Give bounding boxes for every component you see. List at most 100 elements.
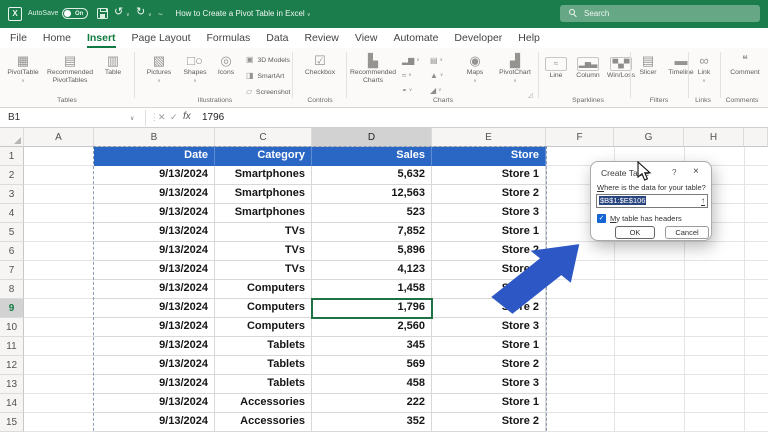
slicer-button[interactable]: ▤ Slicer (634, 53, 662, 77)
row-header-11[interactable]: 11 (0, 337, 24, 356)
tab-help[interactable]: Help (518, 32, 540, 48)
search-input[interactable]: Search (560, 5, 760, 22)
row-header-15[interactable]: 15 (0, 413, 24, 432)
formula-input[interactable]: 1796 (202, 112, 224, 123)
row-header-10[interactable]: 10 (0, 318, 24, 337)
table-range-value: $B$1:$E$106 (599, 196, 647, 205)
comment-button[interactable]: ❝ Comment (728, 53, 762, 77)
screenshot-button[interactable]: ▱ Screenshot (246, 87, 290, 96)
caret-down-icon: ∨ (416, 57, 420, 62)
maps-caret-icon: ∨ (473, 77, 477, 83)
illustrations-group-label: Illustrations (197, 97, 233, 104)
column-header-e[interactable]: E (432, 128, 546, 147)
document-title-text: How to Create a Pivot Table in Excel (175, 9, 305, 18)
pie-chart-button[interactable]: ◓ ∨ (402, 86, 412, 95)
insert-function-icon[interactable]: fx (183, 111, 191, 122)
row-header-7[interactable]: 7 (0, 261, 24, 280)
undo-icon[interactable]: ↺ (114, 7, 123, 18)
sparkline-winloss-button[interactable]: ▀▄▀ Win/Loss (606, 53, 636, 80)
ribbon-tab-bar: File Home Insert Page Layout Formulas Da… (0, 28, 768, 48)
cancel-button[interactable]: Cancel (665, 226, 709, 239)
shapes-button[interactable]: □○ Shapes ∨ (178, 53, 212, 84)
redo-caret-icon[interactable]: ∨ (148, 12, 152, 18)
headers-checkbox-label[interactable]: My table has headers (610, 214, 682, 223)
autosave-toggle[interactable]: On (62, 8, 88, 19)
sparkline-column-button[interactable]: ▂▅▃ Column (572, 53, 604, 80)
close-icon[interactable]: × (693, 166, 699, 177)
tab-review[interactable]: Review (304, 32, 338, 48)
undo-caret-icon[interactable]: ∨ (126, 12, 130, 18)
recommended-pivottables-button[interactable]: ▤ Recommended PivotTables (46, 53, 94, 84)
comments-group-label: Comments (725, 97, 759, 104)
recommended-charts-button[interactable]: ▙ Recommended Charts (350, 53, 396, 84)
table-button[interactable]: ▥ Table (96, 53, 130, 77)
smartart-button[interactable]: ◨ SmartArt (246, 71, 284, 80)
bar-chart-button[interactable]: ▤ ∨ (430, 56, 443, 65)
select-all-corner[interactable] (0, 128, 24, 147)
row-header-9[interactable]: 9 (0, 299, 24, 318)
row-header-12[interactable]: 12 (0, 356, 24, 375)
tab-data[interactable]: Data (266, 32, 288, 48)
comment-icon: ❝ (742, 54, 748, 66)
ok-button[interactable]: OK (615, 226, 655, 239)
row-header-4[interactable]: 4 (0, 204, 24, 223)
name-box-caret-icon[interactable]: ∨ (130, 115, 134, 122)
pivotchart-button[interactable]: ▟ PivotChart ∨ (494, 53, 536, 84)
column-header-c[interactable]: C (215, 128, 312, 147)
column-header-d[interactable]: D (312, 128, 432, 147)
help-icon[interactable]: ? (672, 168, 676, 177)
filters-group-label: Filters (649, 97, 669, 104)
tab-view[interactable]: View (355, 32, 378, 48)
dialog-prompt: Where is the data for your table? (597, 183, 706, 192)
line-chart-button[interactable]: ≈ ∨ (402, 71, 412, 80)
pivottable-button[interactable]: ▦ PivotTable ∨ (2, 53, 44, 84)
headers-checkbox[interactable]: ✓ (597, 214, 606, 223)
pivottable-caret-icon: ∨ (21, 77, 25, 83)
sparkline-line-button[interactable]: ≈ Line (542, 53, 570, 80)
tab-file[interactable]: File (10, 32, 27, 48)
scatter-chart-button[interactable]: ◢ ∨ (430, 86, 441, 95)
column-chart-button[interactable]: ▂▆ ∨ (402, 56, 420, 65)
recommended-charts-label: Recommended Charts (350, 69, 397, 84)
row-header-14[interactable]: 14 (0, 394, 24, 413)
tab-formulas[interactable]: Formulas (207, 32, 251, 48)
collapse-range-icon[interactable]: ↑ (701, 196, 705, 206)
3d-models-button[interactable]: ▣ 3D Models (246, 55, 290, 64)
tab-insert[interactable]: Insert (86, 32, 116, 48)
row-header-5[interactable]: 5 (0, 223, 24, 242)
save-icon[interactable] (97, 8, 108, 19)
tab-developer[interactable]: Developer (454, 32, 502, 48)
row-header-1[interactable]: 1 (0, 147, 24, 166)
cancel-entry-icon[interactable]: ✕ (158, 112, 166, 123)
icons-button[interactable]: ◎ Icons (210, 53, 242, 77)
name-box[interactable]: B1 (8, 112, 20, 123)
table-range-input[interactable]: $B$1:$E$106 ↑ (596, 194, 708, 208)
tab-automate[interactable]: Automate (393, 32, 438, 48)
row-header-6[interactable]: 6 (0, 242, 24, 261)
row-header-8[interactable]: 8 (0, 280, 24, 299)
column-header-h[interactable]: H (684, 128, 744, 147)
column-header-b[interactable]: B (94, 128, 215, 147)
pictures-icon: ▧ (152, 53, 166, 68)
row-header-13[interactable]: 13 (0, 375, 24, 394)
formula-bar: B1 ∨ ⋮ ✕ ✓ fx 1796 (0, 108, 768, 128)
confirm-entry-icon[interactable]: ✓ (170, 112, 178, 123)
link-button[interactable]: ∞ Link ∨ (692, 53, 716, 84)
document-title[interactable]: How to Create a Pivot Table in Excel ∨ (168, 9, 318, 18)
column-header-g[interactable]: G (614, 128, 684, 147)
maps-button[interactable]: ◉ Maps ∨ (458, 53, 492, 84)
checkbox-button[interactable]: ☑ Checkbox (298, 53, 342, 77)
quick-access-icon[interactable]: ~ (158, 9, 163, 20)
column-header-partial[interactable] (744, 128, 768, 147)
pictures-button[interactable]: ▧ Pictures ∨ (140, 53, 178, 84)
row-header-3[interactable]: 3 (0, 185, 24, 204)
tab-home[interactable]: Home (43, 32, 71, 48)
column-header-f[interactable]: F (546, 128, 614, 147)
area-chart-button[interactable]: ▲ ∨ (430, 71, 443, 80)
tab-page-layout[interactable]: Page Layout (132, 32, 191, 48)
row-header-2[interactable]: 2 (0, 166, 24, 185)
redo-icon[interactable]: ↻ (136, 7, 145, 18)
maps-label: Maps (466, 69, 484, 76)
pictures-caret-icon: ∨ (157, 77, 161, 83)
column-header-a[interactable]: A (24, 128, 94, 147)
